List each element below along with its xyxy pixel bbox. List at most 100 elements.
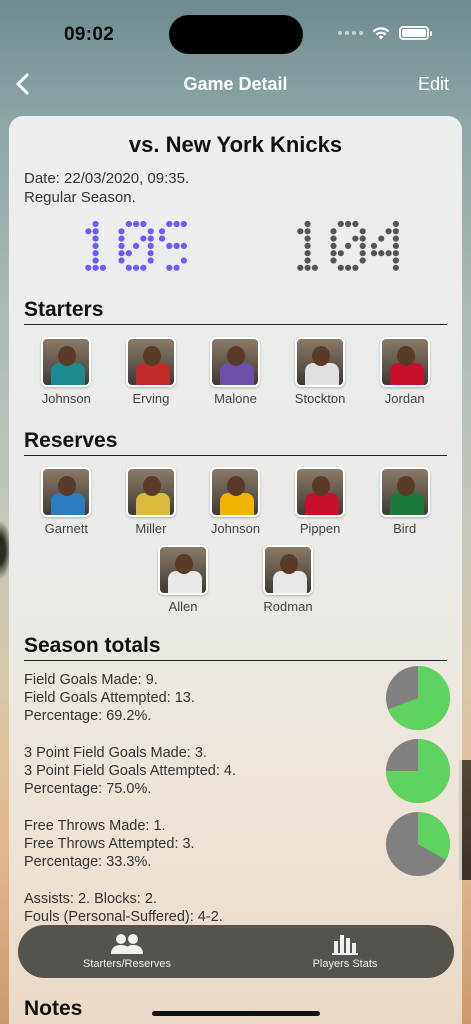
reserves-grid: Garnett Miller Johnson Pippen Bird Allen Rodm… [24,467,447,614]
score-away-dots [297,220,399,271]
people-icon [111,934,143,954]
tab-bar: Starters/Reserves Players Stats [18,925,454,978]
status-bar: 09:02 [0,0,471,60]
fouls: Fouls (Personal-Suffered): 4-2. [24,909,223,925]
score-dot [173,264,180,271]
score-dot [359,235,366,242]
starters-row: Johnson Erving Malone Stockton Jordan [24,337,447,406]
three-point-pie-chart [386,739,450,803]
player-tile[interactable]: Malone [200,337,270,406]
score-dot [352,235,359,242]
tab-players-stats-label: Players Stats [312,958,378,970]
section-season-totals-title: Season totals [24,634,447,661]
game-meta: Date: 22/03/2020, 09:35. Regular Season. [24,169,189,207]
score-dot [385,250,392,257]
score-dot [92,257,99,264]
page-title: Game Detail [183,74,288,94]
score-dot [166,242,173,249]
score-dot [133,242,140,249]
score-dot [359,257,366,264]
player-tile[interactable]: Johnson [31,337,101,406]
score-dot [370,250,378,257]
score-dot [166,264,173,271]
player-tile[interactable]: Miller [116,467,186,536]
score-dot [392,250,399,257]
reserves-row: Garnett Miller Johnson Pippen Bird [24,467,447,536]
score-dot [85,228,92,235]
player-tile[interactable]: Jordan [370,337,440,406]
score-dot [118,250,125,257]
player-photo [295,337,346,387]
season-type: Regular Season. [24,189,136,206]
score-dot [330,235,337,242]
player-name: Erving [132,391,170,406]
home-indicator [152,1011,320,1016]
edit-button[interactable]: Edit [418,74,449,95]
score-dot [297,228,304,235]
score-dot [133,264,140,271]
assists-blocks: Assists: 2. Blocks: 2. [24,891,157,907]
section-reserves-title: Reserves [24,429,447,456]
field-goals-stats: Field Goals Made: 9. Field Goals Attempt… [24,666,462,744]
score-dot [304,257,311,264]
player-tile[interactable]: Rodman [253,545,323,614]
score-dot [125,264,132,271]
player-name: Stockton [294,391,346,406]
player-tile[interactable]: Bird [370,467,440,536]
score-dot [330,250,337,257]
score-dot [378,235,385,242]
player-tile[interactable]: Garnett [31,467,101,536]
battery-icon [399,26,432,40]
score-dot [330,242,337,249]
tab-players-stats[interactable]: Players Stats [265,933,425,970]
season-totals: Field Goals Made: 9. Field Goals Attempt… [24,666,462,926]
player-name: Garnett [44,521,88,536]
score-dot [304,264,311,271]
player-name: Pippen [299,521,341,536]
score-dot [85,264,92,271]
score-home: 109 [77,220,187,272]
score-dot [337,250,344,257]
reserves-row: Allen Rodman [24,545,447,614]
player-tile[interactable]: Allen [148,545,218,614]
score-dot [311,264,318,271]
player-photo [379,337,430,387]
player-tile[interactable]: Stockton [285,337,355,406]
score-dot [118,257,125,264]
score-dot [166,220,173,228]
score-dot [118,235,125,242]
player-photo [210,337,261,387]
score-dot [304,228,311,235]
player-tile[interactable]: Johnson [200,467,270,536]
score-dot [304,250,311,257]
game-date: Date: 22/03/2020, 09:35. [24,170,190,187]
player-photo [379,467,430,517]
free-throws-pie-chart [386,812,450,876]
free-throws-stats: Free Throws Made: 1. Free Throws Attempt… [24,812,462,890]
player-tile[interactable]: Pippen [285,467,355,536]
score-dot [392,257,399,264]
player-photo [158,545,208,595]
player-name: Johnson [210,521,261,536]
player-tile[interactable]: Erving [116,337,186,406]
player-name: Allen [168,599,198,614]
status-indicators [338,25,432,41]
tab-starters-reserves[interactable]: Starters/Reserves [47,933,207,970]
score-dot [158,228,166,235]
player-photo [41,467,92,517]
score-dot [392,220,399,228]
score-dot [158,235,166,242]
score-dot [147,242,154,249]
bar-chart-icon [332,935,358,955]
score-dot [370,242,378,249]
score-dot [378,250,385,257]
score-dot [304,242,311,249]
score-dot [92,250,99,257]
score-dot [147,250,154,257]
score-dot [352,264,359,271]
tab-starters-reserves-label: Starters/Reserves [82,958,172,970]
game-detail-card: vs. New York Knicks Date: 22/03/2020, 09… [9,116,462,1024]
score-dot [99,264,106,271]
score-dot [147,235,154,242]
cellular-signal-icon [338,31,363,35]
